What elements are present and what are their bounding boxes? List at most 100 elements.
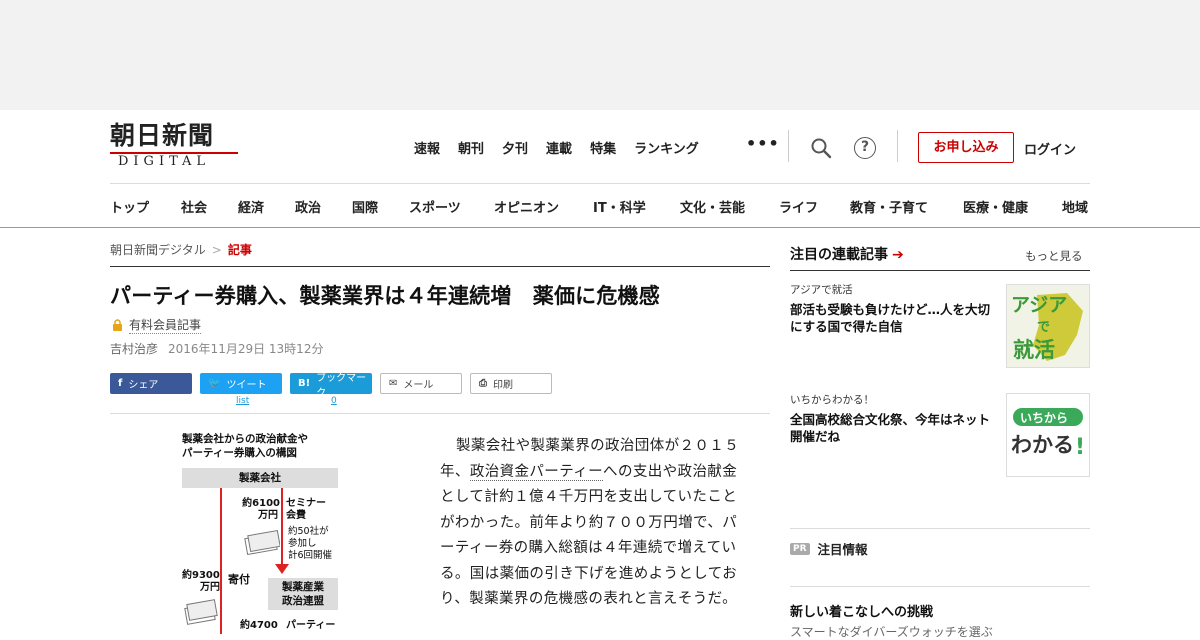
nav-morning[interactable]: 朝刊 (458, 138, 484, 157)
cat-it-science[interactable]: IT・科学 (593, 197, 680, 216)
hatena-bookmark-button[interactable]: B! ブックマーク (290, 373, 372, 399)
top-nav: 速報 朝刊 夕刊 連載 特集 ランキング (414, 138, 717, 157)
nav-breaking[interactable]: 速報 (414, 138, 440, 157)
sidebar-rule (790, 270, 1090, 271)
graphic-amount-3: 約4700 (240, 620, 278, 631)
cat-culture[interactable]: 文化・芸能 (680, 197, 779, 216)
cat-regional[interactable]: 地域 (1062, 197, 1088, 216)
arrow-right-icon: ➔ (892, 247, 904, 263)
cat-life[interactable]: ライフ (779, 197, 850, 216)
help-icon[interactable]: ? (854, 137, 876, 159)
graphic-unit-2: 万円 (200, 582, 220, 593)
site-header: 朝日新聞 DIGITAL 速報 朝刊 夕刊 連載 特集 ランキング ••• ? … (0, 110, 1200, 228)
graphic-title-line2: パーティー券購入の構図 (182, 447, 297, 459)
cat-sports[interactable]: スポーツ (409, 197, 494, 216)
breadcrumb-rule (110, 266, 770, 267)
paid-article-label[interactable]: 有料会員記事 (129, 316, 202, 334)
hatena-count[interactable]: 0 (331, 396, 337, 406)
more-menu-icon[interactable]: ••• (746, 134, 780, 153)
hatena-icon: B! (298, 378, 311, 389)
cat-politics[interactable]: 政治 (295, 197, 352, 216)
cat-society[interactable]: 社会 (181, 197, 238, 216)
header-divider (897, 130, 898, 162)
facebook-share-button[interactable]: f シェア (110, 373, 192, 394)
cat-international[interactable]: 国際 (352, 197, 409, 216)
print-label: 印刷 (493, 380, 513, 391)
article-graphic[interactable]: 製薬会社からの政治献金や パーティー券購入の構図 製薬会社 約6100 万円 セ… (182, 432, 340, 634)
sidebar-more-link[interactable]: もっと見る (1025, 248, 1083, 264)
body-text-2: への支出や政治献金として計約１億４千万円を支出していたことがわかった。前年より約… (440, 463, 738, 608)
political-funds-party-link[interactable]: 政治資金パーティー (469, 463, 604, 481)
cash-icon (244, 529, 280, 556)
pr-item-title[interactable]: 新しい着こなしへの挑戦 (790, 601, 933, 620)
cat-economy[interactable]: 経済 (238, 197, 295, 216)
print-button[interactable]: ⎙ 印刷 (470, 373, 552, 394)
mail-share-label: メール (403, 380, 434, 391)
subscribe-button[interactable]: お申し込み (918, 132, 1014, 163)
header-rule (110, 183, 1090, 184)
facebook-share-label: シェア (128, 380, 159, 391)
sidebar-item-title: 部活も受験も負けたけど…人を大切にする国で得た自信 (790, 302, 991, 334)
author-name: 吉村治彦 (110, 342, 159, 356)
print-icon: ⎙ (479, 378, 487, 389)
graphic-seminar-2: 会費 (286, 510, 306, 521)
twitter-share-button[interactable]: 🐦 ツイート (200, 373, 282, 394)
graphic-unit-1: 万円 (258, 510, 278, 521)
graphic-note-1: 約50社が (288, 526, 329, 537)
hatena-bookmark-label: ブックマーク (316, 372, 367, 399)
cat-top[interactable]: トップ (110, 197, 181, 216)
nav-series[interactable]: 連載 (546, 138, 572, 157)
article-headline: パーティー券購入、製薬業界は４年連続増 薬価に危機感 (110, 284, 660, 308)
article-body: 製薬会社や製薬業界の政治団体が２０１５年、政治資金パーティーへの支出や政治献金と… (440, 434, 750, 613)
graphic-league-line2: 政治連盟 (282, 595, 324, 607)
pr-item-subtitle[interactable]: スマートなダイバーズウォッチを選ぶ (790, 623, 993, 640)
cat-health[interactable]: 医療・健康 (963, 197, 1062, 216)
graphic-amount-1: 約6100 (242, 498, 280, 509)
asia-map-icon: アジア で 就活 (1011, 293, 1083, 362)
breadcrumb-home[interactable]: 朝日新聞デジタル (110, 243, 206, 257)
login-link[interactable]: ログイン (1024, 139, 1076, 158)
sidebar-thumbnail[interactable]: いちから わかる ! (1006, 393, 1090, 477)
sidebar-heading[interactable]: 注目の連載記事 ➔ (790, 244, 904, 264)
thumb-text-1: いちから (1020, 411, 1068, 425)
thumb-text-3: 就活 (1013, 338, 1055, 362)
article-byline: 吉村治彦 2016年11月29日 13時12分 (110, 340, 323, 357)
logo-sub: DIGITAL (110, 152, 238, 170)
graphic-donation: 寄付 (228, 573, 250, 586)
sidebar-item-title: 全国高校総合文化祭、今年はネット開催だね (790, 412, 991, 444)
publish-date: 2016年11月29日 13時12分 (168, 342, 324, 356)
article-divider (110, 413, 770, 414)
cat-opinion[interactable]: オピニオン (494, 197, 593, 216)
mail-icon: ✉ (389, 378, 398, 389)
site-logo[interactable]: 朝日新聞 DIGITAL (110, 122, 245, 172)
cash-icon (184, 599, 218, 625)
thumb-text-3: ! (1075, 435, 1085, 460)
nav-features[interactable]: 特集 (590, 138, 616, 157)
mail-share-button[interactable]: ✉ メール (380, 373, 462, 394)
graphic-flow-line (220, 488, 222, 634)
sidebar-rule (790, 586, 1090, 587)
thumb-text-2: で (1037, 320, 1050, 335)
lock-icon (113, 319, 122, 331)
graphic-league-box: 製薬産業 政治連盟 (268, 578, 338, 610)
header-divider (788, 130, 789, 162)
graphic-arrow-icon (275, 564, 289, 574)
graphic-title-line1: 製薬会社からの政治献金や (182, 433, 308, 445)
pr-label: 注目情報 (817, 542, 868, 557)
breadcrumb: 朝日新聞デジタル > 記事 (110, 241, 252, 258)
breadcrumb-separator: > (211, 243, 222, 257)
pr-badge: PR (790, 542, 810, 555)
nav-evening[interactable]: 夕刊 (502, 138, 528, 157)
thumb-text-2: わかる (1011, 433, 1074, 457)
twitter-count[interactable]: list (236, 396, 249, 406)
nav-ranking[interactable]: ランキング (634, 138, 699, 157)
graphic-flow-line (281, 488, 283, 572)
search-icon[interactable] (810, 137, 832, 159)
cat-education[interactable]: 教育・子育て (850, 197, 963, 216)
sidebar-thumbnail[interactable]: アジア で 就活 (1006, 284, 1090, 368)
graphic-seminar-1: セミナー (286, 498, 326, 509)
ad-banner-area (0, 0, 1200, 110)
ichikara-logo-icon: いちから わかる ! (1011, 408, 1085, 460)
logo-kanji: 朝日新聞 (110, 121, 215, 150)
twitter-share-label: ツイート (226, 380, 267, 391)
